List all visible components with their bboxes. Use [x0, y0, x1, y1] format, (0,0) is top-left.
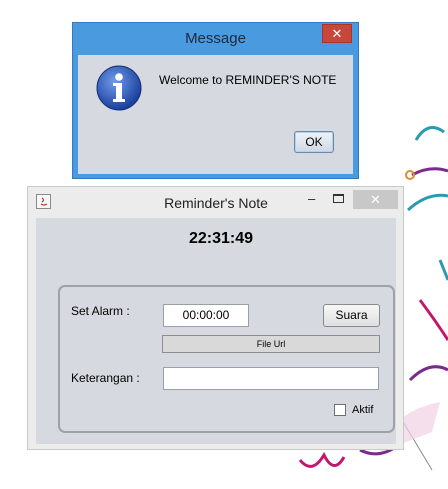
ok-button[interactable]: OK [294, 131, 334, 153]
file-url-field[interactable]: File Url [162, 335, 380, 353]
reminder-window: Reminder's Note – ✕ 22:31:49 Set Alarm :… [27, 186, 404, 450]
message-dialog: Message ✕ Welcome to REMINDER'S NOTE OK [72, 22, 359, 179]
reminder-content: 22:31:49 Set Alarm : 00:00:00 Suara File… [36, 218, 396, 444]
set-alarm-label: Set Alarm : [71, 304, 130, 318]
welcome-message: Welcome to REMINDER'S NOTE [159, 73, 337, 87]
aktif-label: Aktif [352, 404, 374, 416]
maximize-button[interactable] [333, 194, 344, 203]
alarm-time-input[interactable]: 00:00:00 [163, 304, 249, 327]
minimize-button[interactable]: – [308, 192, 318, 205]
reminder-close-button[interactable]: ✕ [353, 190, 398, 209]
aktif-checkbox[interactable] [334, 404, 346, 416]
info-icon [96, 65, 142, 111]
message-dialog-body: Welcome to REMINDER'S NOTE OK [78, 55, 353, 174]
keterangan-label: Keterangan : [71, 371, 140, 385]
reminder-titlebar: Reminder's Note – ✕ [28, 187, 403, 217]
message-dialog-title: Message [185, 30, 246, 47]
suara-button[interactable]: Suara [323, 304, 380, 327]
message-close-button[interactable]: ✕ [322, 24, 352, 43]
keterangan-input[interactable] [163, 367, 379, 390]
reminder-window-title: Reminder's Note [164, 195, 268, 211]
clock-display: 22:31:49 [188, 230, 254, 247]
